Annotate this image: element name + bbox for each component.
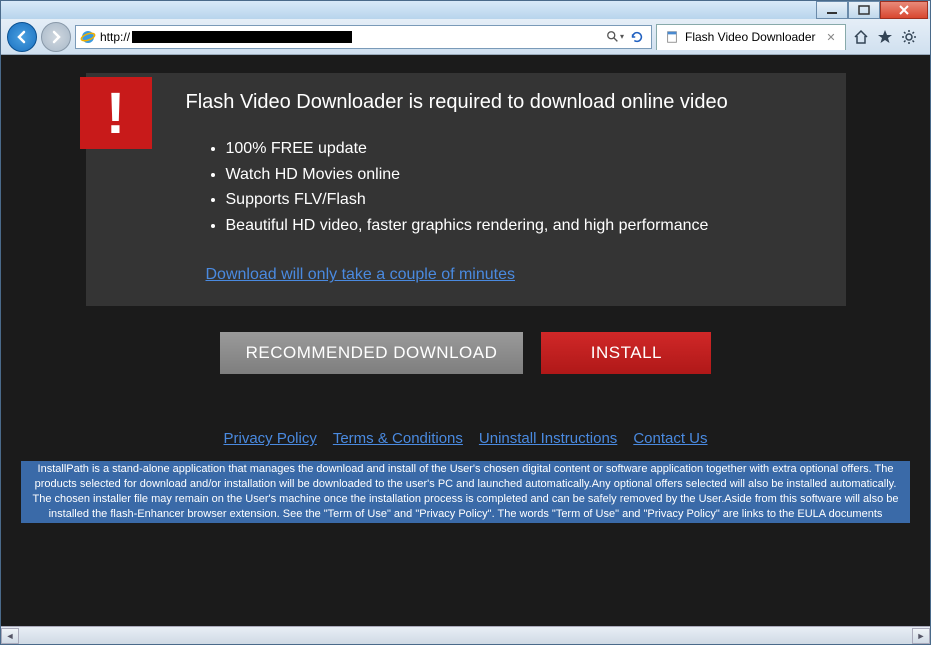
refresh-icon [630,30,644,44]
disclaimer-text: InstallPath is a stand-alone application… [21,461,910,522]
tools-button[interactable] [898,26,920,48]
action-buttons: RECOMMENDED DOWNLOAD INSTALL [1,332,930,374]
search-icon [606,30,620,44]
back-button[interactable] [7,22,37,52]
download-note-link[interactable]: Download will only take a couple of minu… [206,266,818,284]
card-title: Flash Video Downloader is required to do… [186,91,818,114]
url-text: http:// [100,30,601,44]
tab-close-button[interactable]: ✕ [825,31,837,43]
minimize-icon [826,5,838,15]
list-item: 100% FREE update [226,136,818,162]
recommended-download-button[interactable]: RECOMMENDED DOWNLOAD [220,332,524,374]
maximize-icon [858,5,870,15]
download-card: ! Flash Video Downloader is required to … [86,73,846,306]
scroll-left-button[interactable]: ◄ [1,628,19,644]
address-bar[interactable]: http:// ▾ [75,25,652,49]
feature-list: 100% FREE update Watch HD Movies online … [226,136,818,238]
scroll-right-button[interactable]: ► [912,628,930,644]
ie-logo-icon [80,29,96,45]
refresh-button[interactable] [627,27,647,47]
star-icon [877,29,893,45]
tab-title: Flash Video Downloader [685,30,816,44]
page-icon [665,30,679,44]
browser-window: http:// ▾ Flash Video Downloader ✕ [0,0,931,645]
privacy-policy-link[interactable]: Privacy Policy [223,430,316,447]
list-item: Supports FLV/Flash [226,187,818,213]
favorites-button[interactable] [874,26,896,48]
address-bar-actions: ▾ [605,27,647,47]
list-item: Beautiful HD video, faster graphics rend… [226,213,818,239]
list-item: Watch HD Movies online [226,162,818,188]
exclamation-icon: ! [106,80,125,147]
tab-strip: Flash Video Downloader ✕ [656,24,846,50]
card-body: Flash Video Downloader is required to do… [86,73,846,306]
arrow-left-icon [14,29,30,45]
tab-active[interactable]: Flash Video Downloader ✕ [656,24,846,50]
window-controls [816,1,928,19]
uninstall-link[interactable]: Uninstall Instructions [479,430,617,447]
contact-link[interactable]: Contact Us [633,430,707,447]
gear-icon [901,29,917,45]
forward-button[interactable] [41,22,71,52]
home-icon [853,29,869,45]
maximize-button[interactable] [848,1,880,19]
search-button[interactable]: ▾ [605,27,625,47]
arrow-right-icon [48,29,64,45]
footer-links: Privacy Policy Terms & Conditions Uninst… [1,430,930,447]
home-button[interactable] [850,26,872,48]
navigation-bar: http:// ▾ Flash Video Downloader ✕ [1,19,930,55]
minimize-button[interactable] [816,1,848,19]
close-icon [898,5,910,15]
toolbar-right [850,26,924,48]
close-button[interactable] [880,1,928,19]
page-content: MalwareTips ! Flash Video Downloader is … [1,55,930,626]
horizontal-scrollbar[interactable]: ◄ ► [1,626,930,644]
alert-badge: ! [80,77,152,149]
url-scheme: http: [100,30,123,44]
install-button[interactable]: INSTALL [541,332,711,374]
url-redacted [132,31,352,43]
titlebar [1,1,930,19]
terms-link[interactable]: Terms & Conditions [333,430,463,447]
